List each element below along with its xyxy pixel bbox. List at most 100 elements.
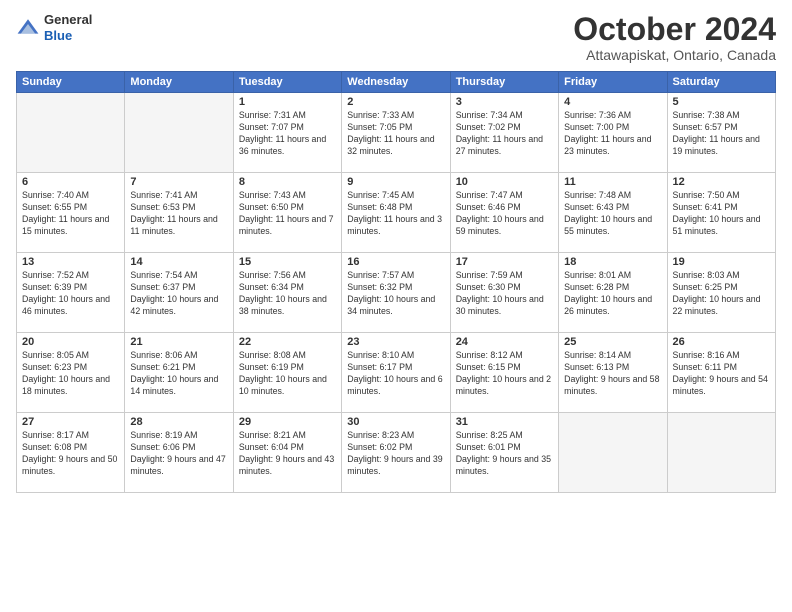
day-info: Sunrise: 7:47 AMSunset: 6:46 PMDaylight:…: [456, 190, 553, 238]
location: Attawapiskat, Ontario, Canada: [573, 47, 776, 63]
page: General Blue October 2024 Attawapiskat, …: [0, 0, 792, 612]
calendar-cell: 22 Sunrise: 8:08 AMSunset: 6:19 PMDayligh…: [233, 333, 341, 413]
calendar-cell: 21 Sunrise: 8:06 AMSunset: 6:21 PMDayligh…: [125, 333, 233, 413]
day-info: Sunrise: 7:52 AMSunset: 6:39 PMDaylight:…: [22, 270, 119, 318]
day-number: 13: [22, 256, 119, 268]
logo: General Blue: [16, 12, 92, 43]
day-number: 28: [130, 416, 227, 428]
day-header: Thursday: [450, 72, 558, 93]
calendar-cell: 19 Sunrise: 8:03 AMSunset: 6:25 PMDayligh…: [667, 253, 775, 333]
logo-blue: Blue: [44, 28, 92, 44]
day-info: Sunrise: 8:10 AMSunset: 6:17 PMDaylight:…: [347, 350, 444, 398]
calendar-cell: 13 Sunrise: 7:52 AMSunset: 6:39 PMDayligh…: [17, 253, 125, 333]
day-info: Sunrise: 7:34 AMSunset: 7:02 PMDaylight:…: [456, 110, 553, 158]
calendar-cell: 17 Sunrise: 7:59 AMSunset: 6:30 PMDayligh…: [450, 253, 558, 333]
day-info: Sunrise: 7:31 AMSunset: 7:07 PMDaylight:…: [239, 110, 336, 158]
calendar-cell: 9Sunrise: 7:45 AMSunset: 6:48 PMDaylight…: [342, 173, 450, 253]
logo-text: General Blue: [44, 12, 92, 43]
day-header: Monday: [125, 72, 233, 93]
calendar-cell: [559, 413, 667, 493]
day-info: Sunrise: 7:41 AMSunset: 6:53 PMDaylight:…: [130, 190, 227, 238]
day-number: 25: [564, 336, 661, 348]
calendar-cell: 7 Sunrise: 7:41 AMSunset: 6:53 PMDaylight…: [125, 173, 233, 253]
title-block: October 2024 Attawapiskat, Ontario, Cana…: [573, 12, 776, 63]
day-header: Sunday: [17, 72, 125, 93]
day-info: Sunrise: 7:59 AMSunset: 6:30 PMDaylight:…: [456, 270, 553, 318]
day-number: 12: [673, 176, 770, 188]
day-number: 26: [673, 336, 770, 348]
day-info: Sunrise: 8:03 AMSunset: 6:25 PMDaylight:…: [673, 270, 770, 318]
calendar-week: 6 Sunrise: 7:40 AMSunset: 6:55 PMDaylight…: [17, 173, 776, 253]
calendar-table: SundayMondayTuesdayWednesdayThursdayFrid…: [16, 71, 776, 493]
day-number: 17: [456, 256, 553, 268]
day-info: Sunrise: 7:38 AMSunset: 6:57 PMDaylight:…: [673, 110, 770, 158]
day-number: 9: [347, 176, 444, 188]
day-number: 31: [456, 416, 553, 428]
day-number: 23: [347, 336, 444, 348]
day-number: 1: [239, 96, 336, 108]
calendar-cell: [667, 413, 775, 493]
day-info: Sunrise: 8:12 AMSunset: 6:15 PMDaylight:…: [456, 350, 553, 398]
header: General Blue October 2024 Attawapiskat, …: [16, 12, 776, 63]
day-info: Sunrise: 7:57 AMSunset: 6:32 PMDaylight:…: [347, 270, 444, 318]
day-info: Sunrise: 7:54 AMSunset: 6:37 PMDaylight:…: [130, 270, 227, 318]
day-number: 18: [564, 256, 661, 268]
day-info: Sunrise: 7:56 AMSunset: 6:34 PMDaylight:…: [239, 270, 336, 318]
calendar-cell: 27 Sunrise: 8:17 AMSunset: 6:08 PMDayligh…: [17, 413, 125, 493]
day-info: Sunrise: 8:23 AMSunset: 6:02 PMDaylight:…: [347, 430, 444, 478]
day-info: Sunrise: 8:08 AMSunset: 6:19 PMDaylight:…: [239, 350, 336, 398]
day-number: 16: [347, 256, 444, 268]
day-number: 19: [673, 256, 770, 268]
header-row: SundayMondayTuesdayWednesdayThursdayFrid…: [17, 72, 776, 93]
day-number: 24: [456, 336, 553, 348]
day-number: 10: [456, 176, 553, 188]
calendar-cell: 8Sunrise: 7:43 AMSunset: 6:50 PMDaylight…: [233, 173, 341, 253]
day-number: 27: [22, 416, 119, 428]
calendar-cell: 12Sunrise: 7:50 AMSunset: 6:41 PMDayligh…: [667, 173, 775, 253]
day-number: 29: [239, 416, 336, 428]
calendar-cell: 6 Sunrise: 7:40 AMSunset: 6:55 PMDaylight…: [17, 173, 125, 253]
calendar-cell: 3 Sunrise: 7:34 AMSunset: 7:02 PMDaylight…: [450, 93, 558, 173]
calendar-cell: 5 Sunrise: 7:38 AMSunset: 6:57 PMDaylight…: [667, 93, 775, 173]
calendar-cell: 4 Sunrise: 7:36 AMSunset: 7:00 PMDaylight…: [559, 93, 667, 173]
calendar-cell: 2Sunrise: 7:33 AMSunset: 7:05 PMDaylight…: [342, 93, 450, 173]
day-number: 4: [564, 96, 661, 108]
calendar-cell: 31 Sunrise: 8:25 AMSunset: 6:01 PMDayligh…: [450, 413, 558, 493]
day-info: Sunrise: 8:06 AMSunset: 6:21 PMDaylight:…: [130, 350, 227, 398]
calendar-cell: 10 Sunrise: 7:47 AMSunset: 6:46 PMDayligh…: [450, 173, 558, 253]
day-info: Sunrise: 7:40 AMSunset: 6:55 PMDaylight:…: [22, 190, 119, 238]
day-number: 15: [239, 256, 336, 268]
day-info: Sunrise: 8:21 AMSunset: 6:04 PMDaylight:…: [239, 430, 336, 478]
day-header: Saturday: [667, 72, 775, 93]
calendar-cell: 18 Sunrise: 8:01 AMSunset: 6:28 PMDayligh…: [559, 253, 667, 333]
day-info: Sunrise: 7:33 AMSunset: 7:05 PMDaylight:…: [347, 110, 444, 158]
day-number: 14: [130, 256, 227, 268]
day-info: Sunrise: 8:25 AMSunset: 6:01 PMDaylight:…: [456, 430, 553, 478]
day-number: 21: [130, 336, 227, 348]
day-number: 11: [564, 176, 661, 188]
day-info: Sunrise: 8:01 AMSunset: 6:28 PMDaylight:…: [564, 270, 661, 318]
logo-icon: [16, 16, 40, 40]
calendar-cell: 28 Sunrise: 8:19 AMSunset: 6:06 PMDayligh…: [125, 413, 233, 493]
calendar-cell: 29 Sunrise: 8:21 AMSunset: 6:04 PMDayligh…: [233, 413, 341, 493]
calendar-cell: [17, 93, 125, 173]
day-number: 6: [22, 176, 119, 188]
day-info: Sunrise: 7:43 AMSunset: 6:50 PMDaylight:…: [239, 190, 336, 238]
day-number: 30: [347, 416, 444, 428]
calendar-cell: 26 Sunrise: 8:16 AMSunset: 6:11 PMDayligh…: [667, 333, 775, 413]
day-number: 20: [22, 336, 119, 348]
calendar-cell: 1 Sunrise: 7:31 AMSunset: 7:07 PMDaylight…: [233, 93, 341, 173]
calendar-cell: [125, 93, 233, 173]
day-info: Sunrise: 7:36 AMSunset: 7:00 PMDaylight:…: [564, 110, 661, 158]
day-number: 3: [456, 96, 553, 108]
calendar-cell: 11Sunrise: 7:48 AMSunset: 6:43 PMDayligh…: [559, 173, 667, 253]
day-number: 5: [673, 96, 770, 108]
day-info: Sunrise: 8:17 AMSunset: 6:08 PMDaylight:…: [22, 430, 119, 478]
day-number: 22: [239, 336, 336, 348]
calendar-cell: 25Sunrise: 8:14 AMSunset: 6:13 PMDayligh…: [559, 333, 667, 413]
day-header: Friday: [559, 72, 667, 93]
day-number: 7: [130, 176, 227, 188]
calendar-week: 27 Sunrise: 8:17 AMSunset: 6:08 PMDayligh…: [17, 413, 776, 493]
day-info: Sunrise: 8:16 AMSunset: 6:11 PMDaylight:…: [673, 350, 770, 398]
day-info: Sunrise: 8:19 AMSunset: 6:06 PMDaylight:…: [130, 430, 227, 478]
